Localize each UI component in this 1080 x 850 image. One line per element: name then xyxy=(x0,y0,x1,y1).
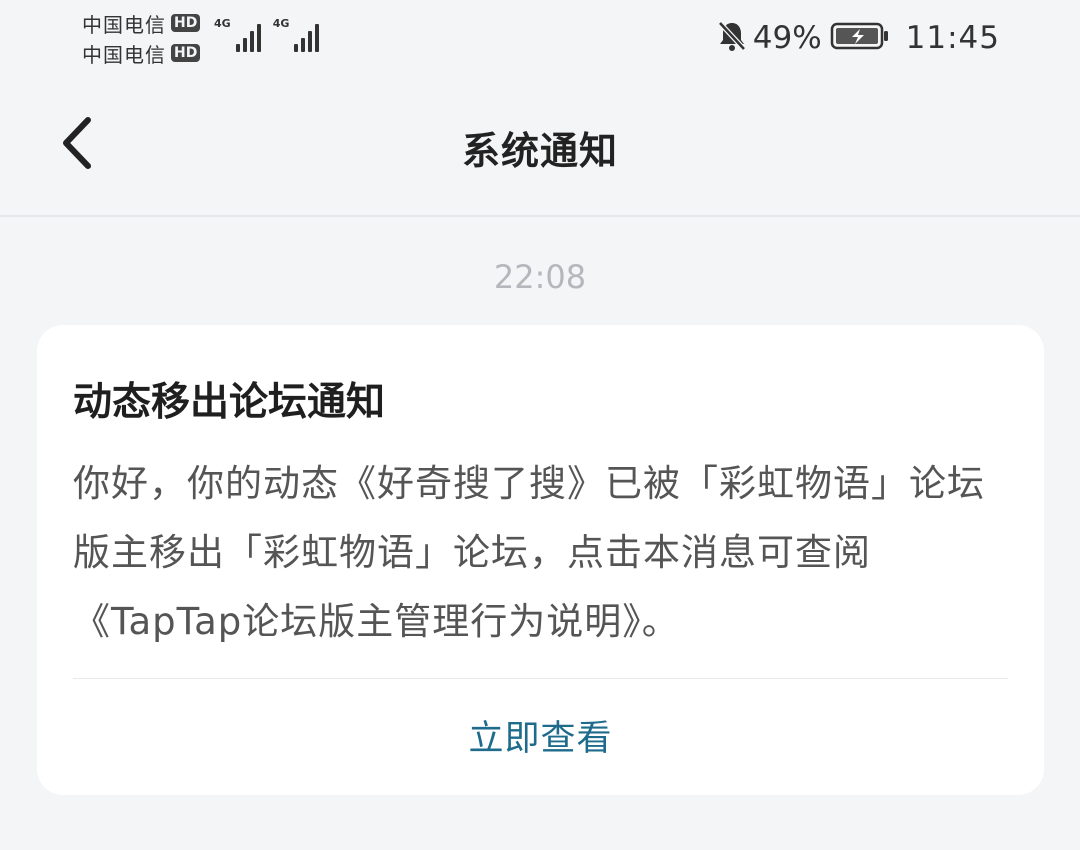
battery-percent: 49% xyxy=(752,20,822,56)
signal-icon: 4G xyxy=(273,18,320,52)
page-title: 系统通知 xyxy=(461,129,618,173)
clock: 11:45 xyxy=(905,20,1000,56)
carrier-info: 中国电信 HD 中国电信 HD xyxy=(82,8,201,68)
card-divider xyxy=(73,678,1008,679)
network-type-label: 4G xyxy=(214,17,231,30)
status-bar: 中国电信 HD 中国电信 HD 4G 4G 49% 11:45 xyxy=(0,0,1080,80)
page-header: 系统通知 xyxy=(0,80,1080,215)
notification-screen: 中国电信 HD 中国电信 HD 4G 4G 49% 11:45 系统通知 22:… xyxy=(0,0,1080,850)
carrier-name: 中国电信 xyxy=(82,42,166,67)
battery-charging-icon xyxy=(830,21,890,55)
notification-body: 你好，你的动态《好奇搜了搜》已被「彩虹物语」论坛版主移出「彩虹物语」论坛，点击本… xyxy=(73,462,985,643)
message-timestamp: 22:08 xyxy=(493,258,587,296)
signal-icon: 4G xyxy=(214,18,261,52)
carrier-row-1: 中国电信 HD xyxy=(82,8,201,38)
carrier-row-2: 中国电信 HD xyxy=(82,38,201,68)
signal-indicators: 4G 4G xyxy=(214,18,320,52)
view-now-button[interactable]: 立即查看 xyxy=(37,710,1044,761)
notification-title: 动态移出论坛通知 xyxy=(73,380,386,425)
carrier-name: 中国电信 xyxy=(82,12,166,37)
network-type-label: 4G xyxy=(272,17,290,30)
mute-bell-icon xyxy=(717,20,747,56)
header-divider xyxy=(0,215,1080,217)
status-right: 49% 11:45 xyxy=(717,16,1000,60)
hd-badge: HD xyxy=(171,44,201,62)
hd-badge: HD xyxy=(171,14,201,32)
notification-card[interactable]: 动态移出论坛通知 你好，你的动态《好奇搜了搜》已被「彩虹物语」论坛版主移出「彩虹… xyxy=(37,325,1044,795)
